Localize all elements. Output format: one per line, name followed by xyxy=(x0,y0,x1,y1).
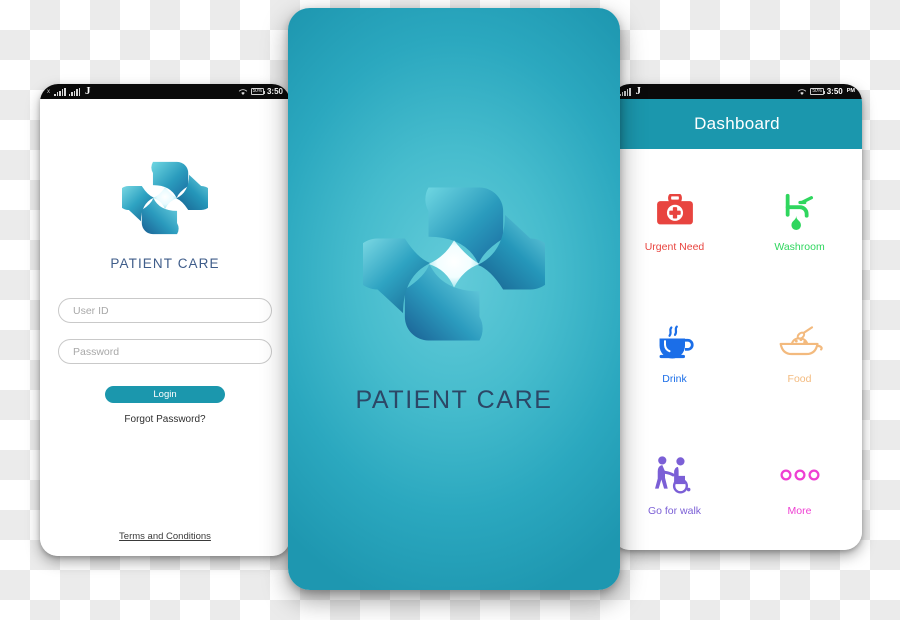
status-bar: x J 50% 3:50 xyxy=(40,84,290,99)
dashboard-tile-label-drink: Drink xyxy=(662,372,687,385)
dashboard-tile-grid: Urgent Need Washroom Drink Food Go for w… xyxy=(612,149,862,550)
phone-dashboard-screen: J 50% 3:50 PM Dashboard Urgent Need Wash… xyxy=(612,84,862,550)
status-bar-left-dashboard: J xyxy=(619,86,643,97)
carrier-glyph-dashboard: J xyxy=(635,85,642,97)
dashboard-title: Dashboard xyxy=(694,114,780,133)
status-bar-right: 50% 3:50 xyxy=(238,86,283,96)
login-form: Login Forgot Password? xyxy=(58,298,272,425)
dashboard-tile-go-for-walk[interactable]: Go for walk xyxy=(612,418,737,550)
wifi-icon xyxy=(238,88,247,95)
dashboard-tile-label-more: More xyxy=(787,504,812,517)
status-bar-ampm: PM xyxy=(846,87,855,94)
dashboard-tile-food[interactable]: Food xyxy=(737,287,862,419)
dashboard-tile-label-go-for-walk: Go for walk xyxy=(647,504,702,517)
wifi-icon-dashboard xyxy=(798,88,807,95)
dashboard-tile-drink[interactable]: Drink xyxy=(612,287,737,419)
bowl-spoon-icon xyxy=(777,320,823,366)
phone-login-screen: x J 50% 3:50 PATIENT CARE User ID Login … xyxy=(40,84,290,556)
dashboard-tile-washroom[interactable]: Washroom xyxy=(737,155,862,287)
patient-care-cross-logo-splash xyxy=(352,173,556,360)
battery-indicator-dashboard: 50% xyxy=(810,88,826,95)
first-aid-kit-icon xyxy=(655,188,695,234)
status-bar-left: x J xyxy=(47,86,93,97)
carrier-glyph: J xyxy=(85,85,91,97)
sim-x-glyph: x xyxy=(47,88,50,95)
forgot-password-link[interactable]: Forgot Password? xyxy=(124,414,205,425)
login-button[interactable]: Login xyxy=(105,386,225,403)
page-title: PATIENT CARE xyxy=(110,256,220,271)
dashboard-tile-label-urgent-need: Urgent Need xyxy=(644,241,705,254)
status-bar-dashboard: J 50% 3:50 PM xyxy=(612,84,862,99)
coffee-cup-icon xyxy=(655,320,695,366)
dashboard-header: Dashboard xyxy=(612,99,862,149)
user-id-input[interactable] xyxy=(58,298,272,323)
signal-bars-icon xyxy=(54,87,66,96)
dashboard-tile-more[interactable]: More xyxy=(737,418,862,550)
status-bar-right-dashboard: 50% 3:50 PM xyxy=(797,86,855,96)
three-dots-icon xyxy=(779,452,821,498)
signal-bars-icon-2 xyxy=(68,87,80,96)
password-input[interactable] xyxy=(58,339,272,364)
faucet-tap-icon xyxy=(781,188,819,234)
wheelchair-assist-icon xyxy=(653,452,697,498)
login-screen-body: PATIENT CARE Login Forgot Password? Term… xyxy=(40,99,290,556)
status-bar-clock: 3:50 xyxy=(266,86,283,96)
dashboard-tile-urgent-need[interactable]: Urgent Need xyxy=(612,155,737,287)
screenshot-stage: x J 50% 3:50 PATIENT CARE User ID Login … xyxy=(0,0,900,620)
splash-content: PATIENT CARE xyxy=(352,173,556,415)
terms-and-conditions-link[interactable]: Terms and Conditions xyxy=(40,531,290,542)
dashboard-tile-label-washroom: Washroom xyxy=(774,241,825,254)
phone-splash-screen: PATIENT CARE xyxy=(288,8,620,590)
battery-indicator: 50% xyxy=(250,88,266,95)
dashboard-tile-label-food: Food xyxy=(787,372,812,385)
patient-care-cross-logo xyxy=(116,155,214,246)
splash-brand-title: PATIENT CARE xyxy=(355,386,553,414)
signal-bars-icon-dashboard xyxy=(619,87,631,96)
status-bar-clock-dashboard: 3:50 xyxy=(826,86,843,96)
